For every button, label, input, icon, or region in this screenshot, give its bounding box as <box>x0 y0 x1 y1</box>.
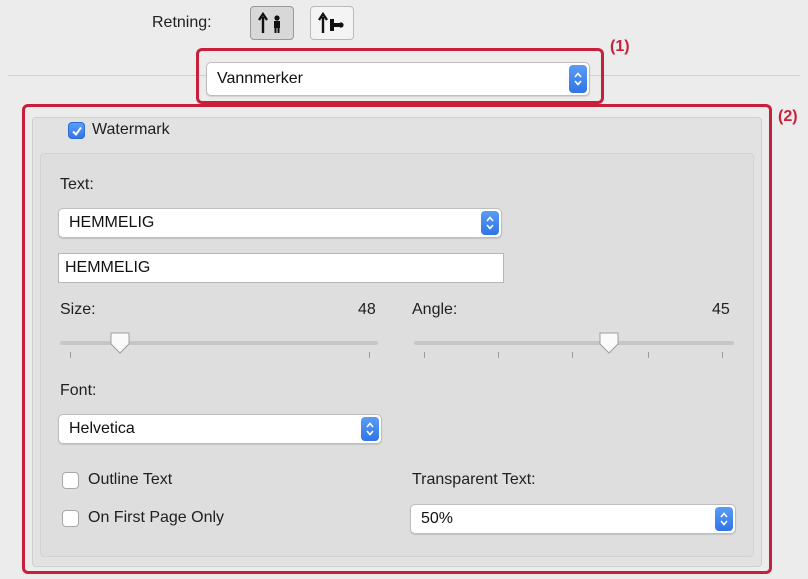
first-page-only-label: On First Page Only <box>88 509 225 526</box>
size-slider-track[interactable] <box>60 341 378 345</box>
checkmark-icon <box>71 126 82 136</box>
size-slider-tick <box>369 352 370 358</box>
angle-slider-tick <box>498 352 499 358</box>
angle-label: Angle: <box>412 301 458 318</box>
outline-text-label: Outline Text <box>88 471 173 488</box>
font-label: Font: <box>60 382 97 399</box>
text-label: Text: <box>60 176 94 193</box>
panel-select[interactable]: Vannmerker <box>206 62 590 96</box>
font-select[interactable]: Helvetica <box>58 414 382 444</box>
chevron-updown-icon <box>481 211 499 235</box>
portrait-orientation-icon <box>258 11 280 33</box>
angle-slider-thumb[interactable] <box>598 331 620 355</box>
font-select-value: Helvetica <box>69 420 135 437</box>
angle-slider-tick <box>572 352 573 358</box>
angle-slider-tick <box>722 352 723 358</box>
callout-number-1: (1) <box>610 38 630 55</box>
chevron-updown-icon <box>361 417 379 441</box>
angle-slider-tick <box>648 352 649 358</box>
size-label: Size: <box>60 301 96 318</box>
size-slider-thumb[interactable] <box>109 331 131 355</box>
size-slider-tick <box>70 352 71 358</box>
size-value: 48 <box>358 301 376 318</box>
transparent-text-select[interactable]: 50% <box>410 504 736 534</box>
orientation-landscape-button[interactable] <box>310 6 354 40</box>
first-page-only-checkbox[interactable] <box>62 510 79 527</box>
angle-slider-tick <box>424 352 425 358</box>
watermark-checkbox[interactable] <box>68 122 85 139</box>
text-select-value: HEMMELIG <box>69 214 155 231</box>
text-select[interactable]: HEMMELIG <box>58 208 502 238</box>
transparent-text-value: 50% <box>421 510 454 527</box>
transparent-text-label: Transparent Text: <box>412 471 536 488</box>
angle-slider-track[interactable] <box>414 341 734 345</box>
chevron-updown-icon <box>715 507 733 531</box>
orientation-label: Retning: <box>152 14 212 31</box>
panel-select-value: Vannmerker <box>217 70 303 87</box>
angle-value: 45 <box>712 301 730 318</box>
chevron-updown-icon <box>569 65 587 93</box>
watermark-checkbox-label: Watermark <box>92 121 170 138</box>
outline-text-checkbox[interactable] <box>62 472 79 489</box>
watermark-text-value: HEMMELIG <box>65 259 151 276</box>
watermark-text-field[interactable]: HEMMELIG <box>58 253 504 283</box>
landscape-orientation-icon <box>318 11 344 33</box>
callout-number-2: (2) <box>778 108 798 125</box>
orientation-portrait-button[interactable] <box>250 6 294 40</box>
